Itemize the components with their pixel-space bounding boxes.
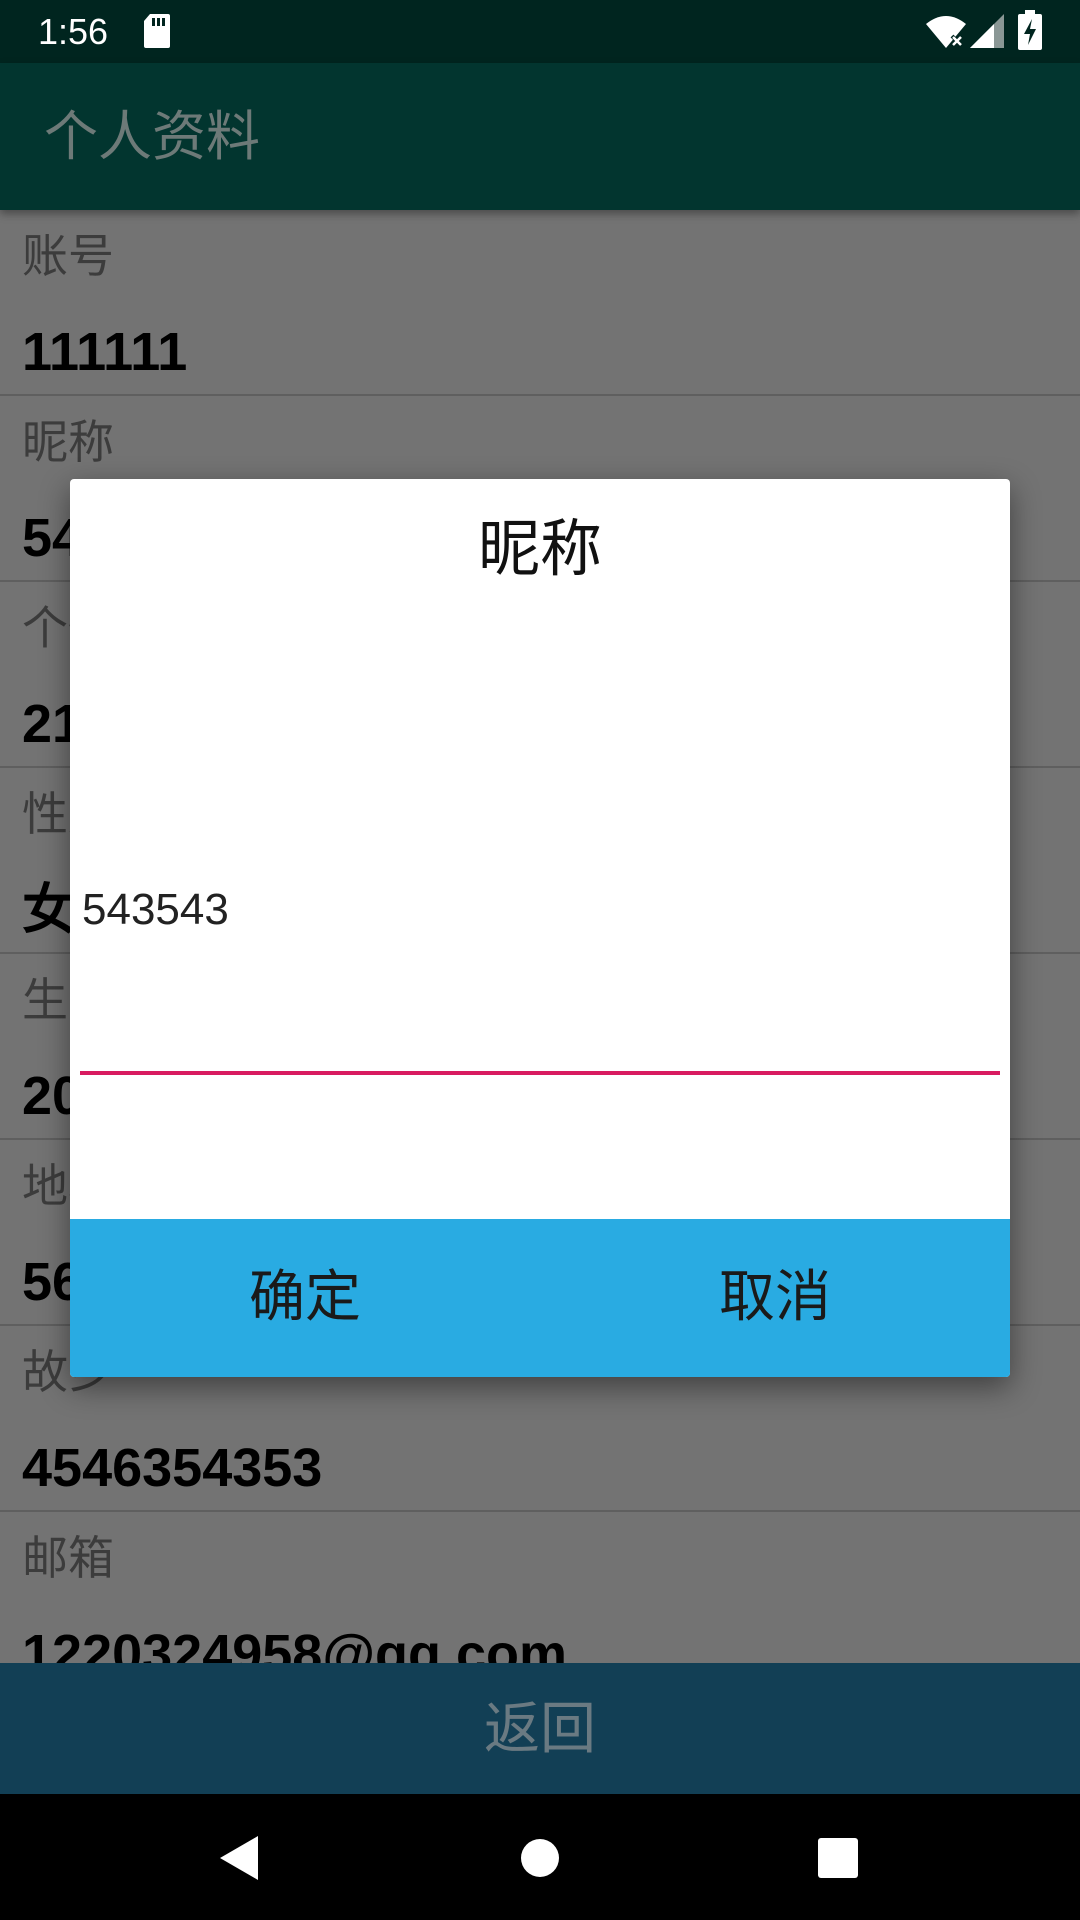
nickname-input[interactable]: [80, 999, 1000, 1075]
cancel-button-label: 取消: [719, 1265, 831, 1330]
confirm-button[interactable]: 确定: [70, 1219, 540, 1377]
recents-square-icon[interactable]: [810, 1830, 866, 1886]
system-nav-bar: [0, 1794, 1080, 1920]
cancel-button[interactable]: 取消: [540, 1219, 1010, 1377]
home-circle-icon[interactable]: [512, 1830, 568, 1886]
back-triangle-icon[interactable]: [212, 1830, 268, 1886]
dialog-button-bar: 确定 取消: [70, 1219, 1010, 1377]
screen: 1:56 个人资料 账号 111111 昵称 21 性别 女 生日 20 地址 …: [0, 0, 1080, 1920]
nickname-input-value: 543543: [82, 885, 229, 934]
dialog-title: 昵称: [477, 512, 602, 585]
confirm-button-label: 确定: [249, 1265, 361, 1330]
nickname-dialog: 昵称 543543 确定 取消: [70, 479, 1010, 1377]
